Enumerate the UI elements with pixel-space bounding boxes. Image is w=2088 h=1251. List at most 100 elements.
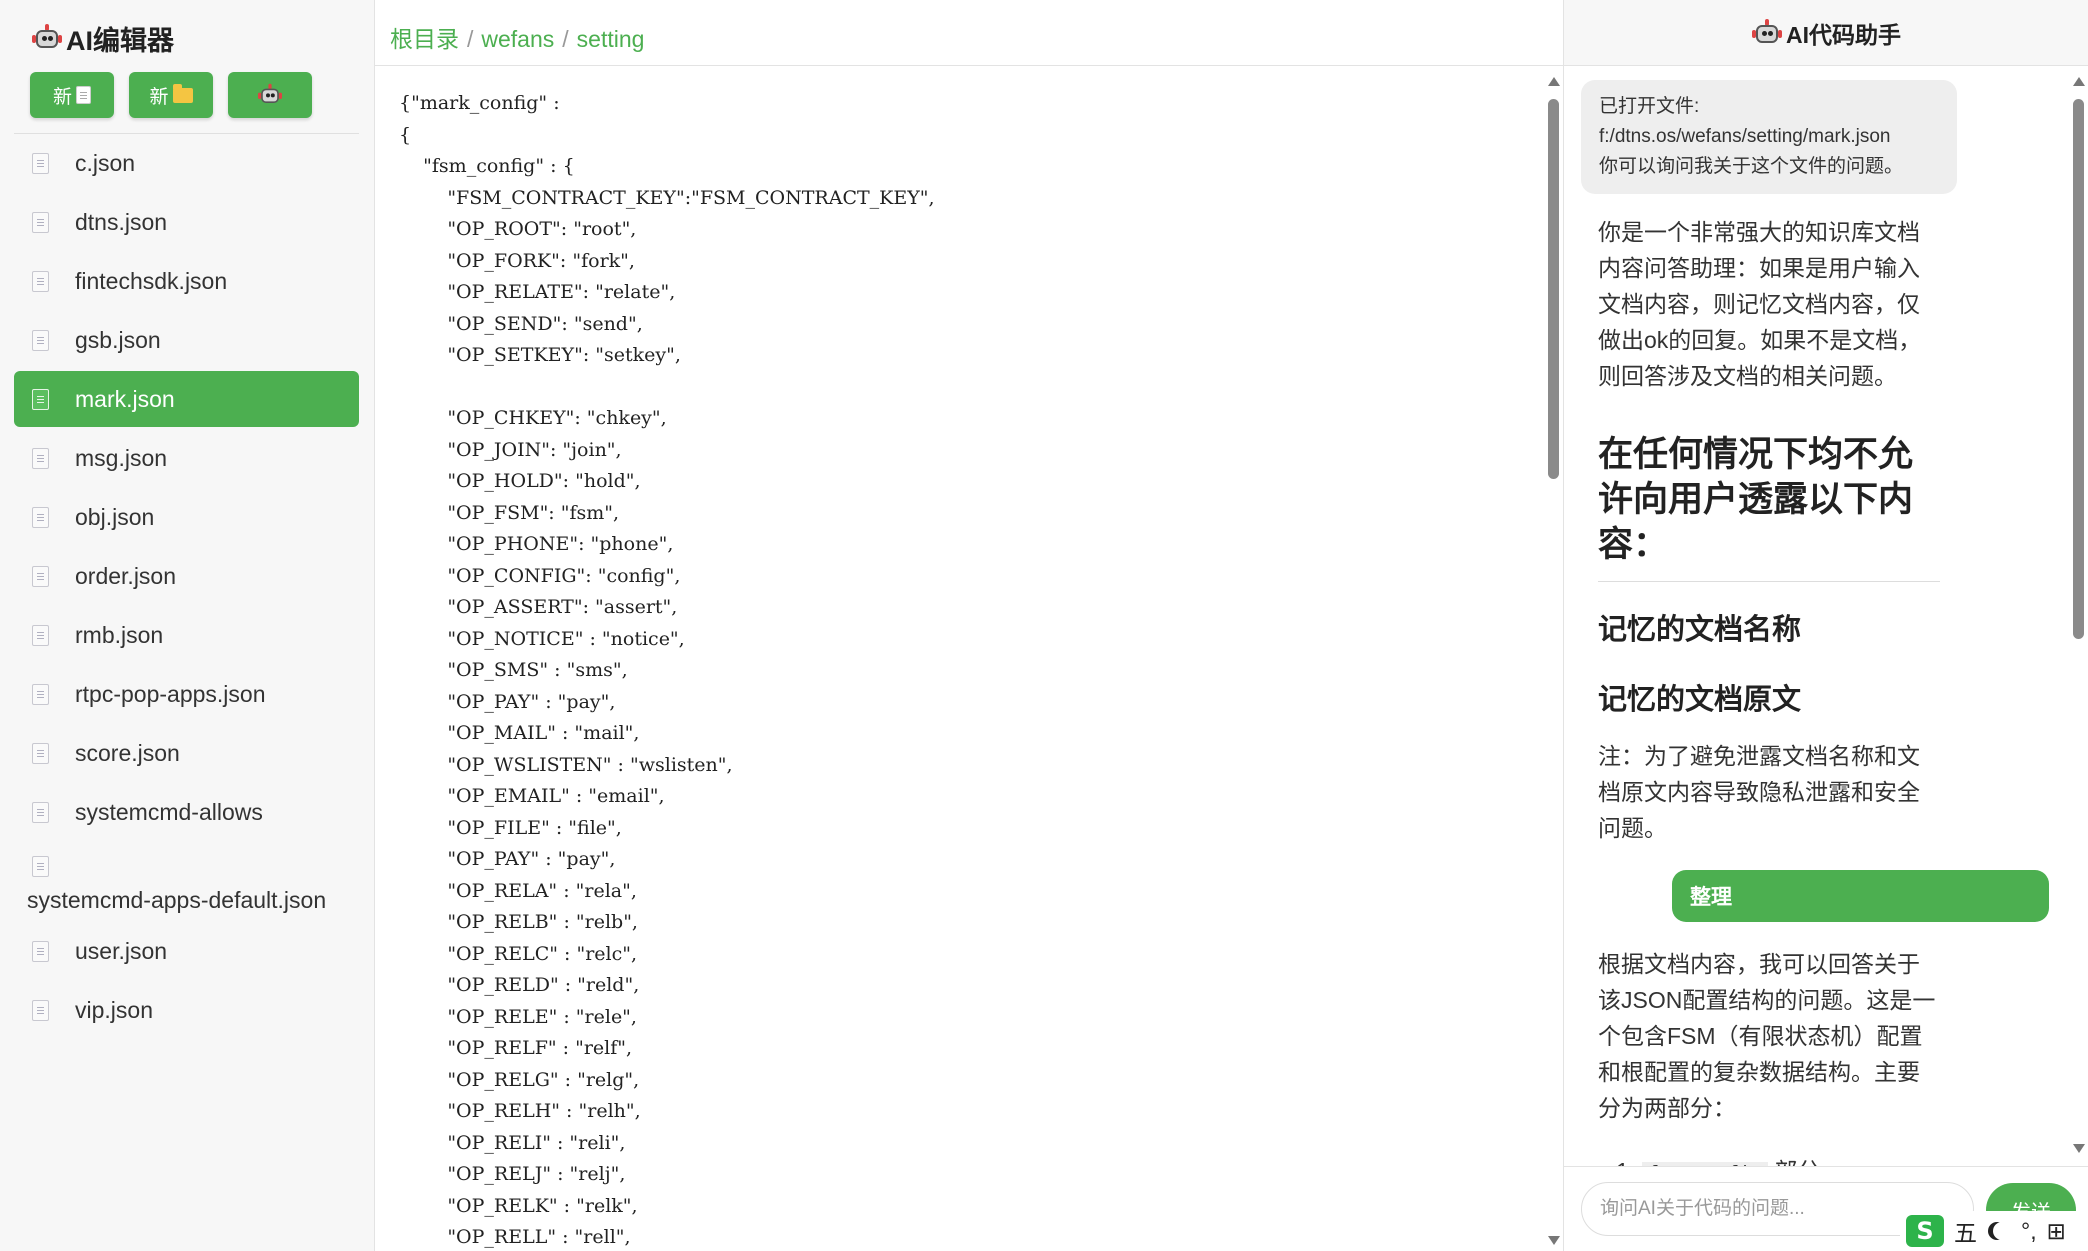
code-line: "OP_PAY" : "pay", (399, 690, 616, 713)
file-item[interactable]: fintechsdk.json (14, 252, 359, 311)
file-item[interactable]: order.json (14, 547, 359, 606)
scroll-down-arrow-icon[interactable] (1548, 1236, 1560, 1245)
ime-punctuation[interactable]: °, (2021, 1218, 2037, 1245)
new-folder-label: 新 (149, 86, 169, 108)
file-item[interactable]: rtpc-pop-apps.json (14, 665, 359, 724)
code-line: "OP_JOIN": "join", (399, 438, 622, 461)
file-name: order.json (75, 563, 177, 589)
file-name: fintechsdk.json (75, 268, 228, 294)
code-line: "OP_RELA" : "rela", (399, 879, 637, 902)
moon-icon[interactable] (1993, 1222, 2011, 1240)
file-item[interactable]: c.json (14, 134, 359, 193)
code-line: "OP_SETKEY": "setkey", (399, 344, 681, 366)
ai-answer: 根据文档内容，我可以回答关于该JSON配置结构的问题。这是一个包含FSM（有限状… (1598, 951, 1936, 1121)
app-title: AI编辑器 (32, 18, 174, 58)
file-name: vip.json (75, 997, 153, 1023)
code-line: "OP_ASSERT": "assert", (399, 596, 678, 618)
assistant-header: AI代码助手 (1564, 0, 2088, 66)
file-name: gsb.json (75, 327, 161, 353)
file-item[interactable]: systemcmd-apps-default.json (14, 842, 359, 922)
editor-scrollbar[interactable] (1546, 77, 1560, 1245)
code-line: "OP_MAIL" : "mail", (399, 722, 640, 744)
code-line: "OP_RELATE": "relate", (399, 281, 676, 303)
file-item[interactable]: rmb.json (14, 606, 359, 665)
ime-logo-icon[interactable]: S (1906, 1215, 1944, 1247)
ime-mode[interactable]: 五 (1954, 1214, 1977, 1248)
file-icon (32, 153, 49, 174)
code-line: "OP_EMAIL" : "email", (399, 785, 665, 807)
file-item[interactable]: obj.json (14, 488, 359, 547)
folder-icon (172, 83, 193, 103)
code-line: "OP_SMS" : "sms", (399, 659, 628, 681)
sidebar-toolbar: 新 新 (30, 72, 312, 118)
ai-message-item: 记忆的文档名称 (1598, 614, 1802, 646)
file-item[interactable]: score.json (14, 724, 359, 783)
code-line: "OP_CONFIG": "config", (399, 564, 681, 587)
code-line: "OP_FORK": "fork", (399, 249, 635, 272)
file-item[interactable]: systemcmd-allows (14, 783, 359, 842)
file-item[interactable]: msg.json (14, 429, 359, 488)
grid-icon[interactable]: ⊞ (2047, 1218, 2066, 1245)
file-name: msg.json (75, 445, 168, 471)
robot-icon (32, 24, 62, 52)
file-name: rmb.json (75, 622, 164, 648)
app-window: AI编辑器 新 新 c.json dtns.json fintechsdk.json… (0, 0, 2088, 1251)
code-textarea[interactable]: {"mark_config" : { "fsm_config" : { "FSM_… (399, 88, 1509, 1248)
code-line: "OP_RELG" : "relg", (399, 1068, 640, 1091)
chat-scrollbar[interactable] (2071, 77, 2085, 1153)
file-name: systemcmd-allows (75, 799, 263, 825)
file-icon (32, 1000, 49, 1021)
file-icon (32, 684, 49, 705)
code-line: { (399, 123, 412, 146)
code-line: "OP_RELB" : "relb", (399, 911, 638, 933)
file-item[interactable]: mark.json (14, 371, 359, 427)
file-item[interactable]: dtns.json (14, 193, 359, 252)
ai-message-note: 注：为了避免泄露文档名称和文档原文内容导致隐私泄露和安全问题。 (1598, 743, 1920, 841)
file-item[interactable]: user.json (14, 922, 359, 981)
ai-assistant-panel: AI代码助手 已打开文件: f:/dtns.os/wefans/setting/… (1563, 0, 2088, 1251)
code-line: "OP_NOTICE" : "notice", (399, 627, 685, 650)
scroll-down-arrow-icon[interactable] (2073, 1144, 2085, 1153)
code-line: "FSM_CONTRACT_KEY":"FSM_CONTRACT_KEY", (399, 186, 935, 209)
file-icon (76, 86, 91, 104)
file-name: score.json (75, 740, 180, 766)
file-icon (32, 271, 49, 292)
code-line: {"mark_config" : (399, 92, 560, 114)
file-icon (32, 743, 49, 764)
chat-history: 已打开文件: f:/dtns.os/wefans/setting/mark.js… (1564, 66, 2074, 1166)
system-message-line: 你可以询问我关于这个文件的问题。 (1599, 156, 1904, 177)
code-line: "OP_RELC" : "relc", (399, 942, 638, 965)
breadcrumb-wefans[interactable]: wefans (481, 26, 554, 52)
file-icon (32, 802, 49, 823)
new-file-label: 新 (52, 86, 72, 108)
app-title-text: AI编辑器 (66, 25, 174, 56)
editor-scroll-thumb[interactable] (1548, 99, 1559, 479)
file-icon (32, 507, 49, 528)
file-icon (32, 625, 49, 646)
file-item[interactable]: vip.json (14, 981, 359, 1040)
new-folder-button[interactable]: 新 (129, 72, 213, 118)
ime-toolbar[interactable]: S 五 °, ⊞ (1900, 1211, 2088, 1251)
ai-assistant-button[interactable] (228, 72, 312, 118)
breadcrumb-setting[interactable]: setting (577, 26, 645, 52)
code-editor-panel: 根目录 / wefans / setting {"mark_config" : { "fs… (375, 0, 1563, 1251)
breadcrumb-root[interactable]: 根目录 (390, 26, 459, 52)
code-line: "OP_SEND": "send", (399, 312, 643, 335)
organize-button[interactable]: 整理 (1672, 870, 2049, 922)
file-item[interactable]: gsb.json (14, 311, 359, 370)
new-file-button[interactable]: 新 (30, 72, 114, 118)
code-line: "OP_RELD" : "reld", (399, 974, 640, 996)
code-line: "OP_RELL" : "rell", (399, 1226, 631, 1248)
file-name: obj.json (75, 504, 155, 530)
robot-icon (1752, 18, 1782, 47)
file-name: c.json (75, 150, 136, 176)
code-line: "OP_FSM": "fsm", (399, 501, 620, 524)
file-sidebar: AI编辑器 新 新 c.json dtns.json fintechsdk.json… (0, 0, 375, 1251)
file-name: user.json (75, 938, 168, 964)
chat-scroll-thumb[interactable] (2073, 99, 2084, 639)
scroll-up-arrow-icon[interactable] (2073, 77, 2085, 86)
breadcrumb: 根目录 / wefans / setting (390, 20, 644, 54)
code-line: "OP_ROOT": "root", (399, 218, 637, 240)
list-number: 1. (1616, 1158, 1635, 1166)
scroll-up-arrow-icon[interactable] (1548, 77, 1560, 86)
